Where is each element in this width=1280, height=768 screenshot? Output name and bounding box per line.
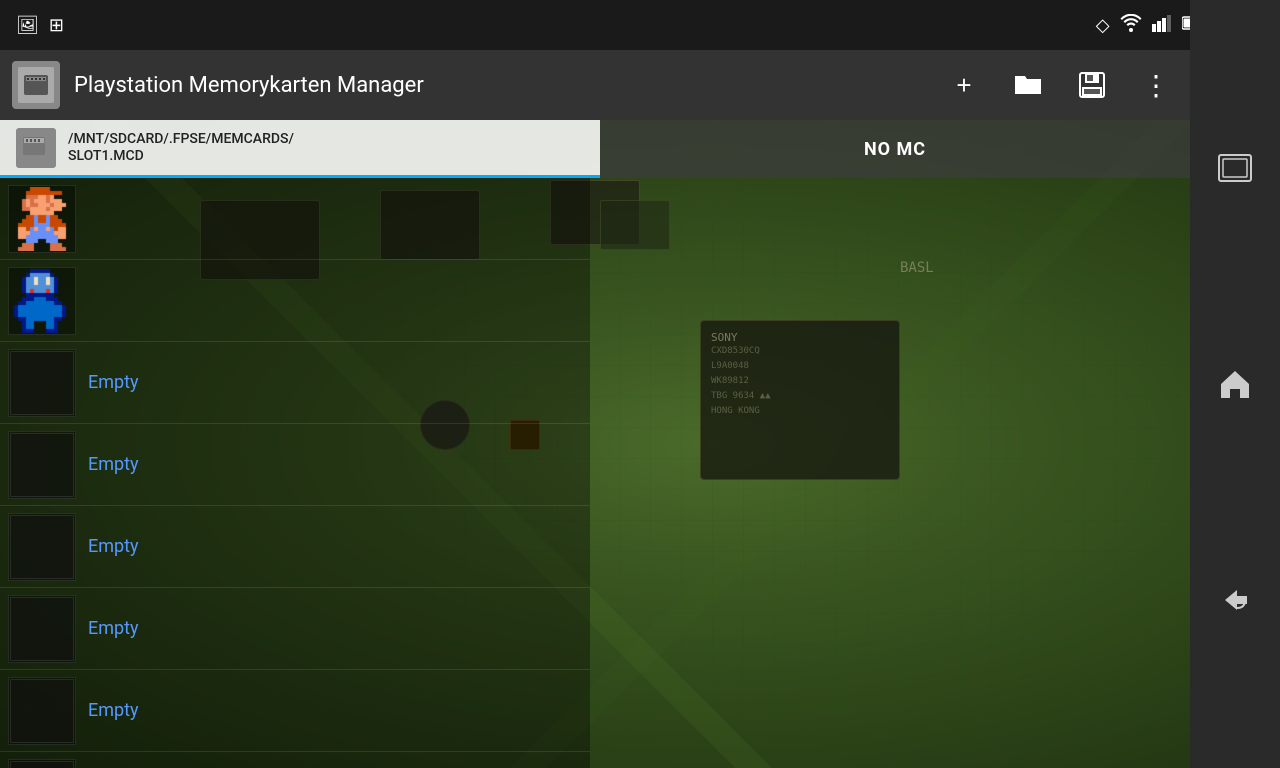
diamond-icon: ◇ <box>1096 15 1110 36</box>
slot-item-7[interactable]: Empty <box>0 670 590 752</box>
slot-thumb-5 <box>8 513 76 581</box>
empty-thumb-6 <box>10 597 74 661</box>
slot-item-1[interactable] <box>0 178 590 260</box>
slot-label-5: Empty <box>88 536 139 557</box>
slot-thumb-4 <box>8 431 76 499</box>
content-header: /MNT/SDCARD/.FPSE/MEMCARDS/ SLOT1.MCD NO… <box>0 120 1190 178</box>
empty-thumb-7 <box>10 679 74 743</box>
status-bar: 🖼 ⊞ ◇ 00:07 <box>0 0 1280 50</box>
slot-label-7: Empty <box>88 700 139 721</box>
slot-list[interactable]: Empty Empty Empty Empty <box>0 178 590 768</box>
slot-item-8[interactable]: Empty <box>0 752 590 768</box>
sprite1-canvas <box>10 187 74 251</box>
chip-sony-large: SONY CXD8530CQ L9A0048 WK89812 TBG 9634 … <box>700 320 900 480</box>
wifi-icon <box>1120 14 1142 37</box>
folder-button[interactable] <box>1006 63 1050 107</box>
slot-thumb-3 <box>8 349 76 417</box>
status-left-icons: 🖼 ⊞ <box>16 15 64 36</box>
image-icon: 🖼 <box>16 15 39 36</box>
header-left-panel[interactable]: /MNT/SDCARD/.FPSE/MEMCARDS/ SLOT1.MCD <box>0 120 600 178</box>
slot-item-3[interactable]: Empty <box>0 342 590 424</box>
save-button[interactable] <box>1070 63 1114 107</box>
signal-icon <box>1152 14 1172 36</box>
empty-thumb-5 <box>10 515 74 579</box>
empty-thumb-3 <box>10 351 74 415</box>
slot-item-4[interactable]: Empty <box>0 424 590 506</box>
add-button[interactable]: + <box>942 63 986 107</box>
sprite2-canvas <box>10 269 74 333</box>
app-bar: Playstation Memorykarten Manager + ⋮ <box>0 50 1190 120</box>
app-title: Playstation Memorykarten Manager <box>74 73 942 98</box>
memory-card-icon <box>18 67 54 103</box>
slot-item-6[interactable]: Empty <box>0 588 590 670</box>
no-mc-label: NO MC <box>864 139 926 160</box>
grid-icon: ⊞ <box>49 15 64 36</box>
slot-thumb-1 <box>8 185 76 253</box>
slot-thumb-8 <box>8 759 76 768</box>
memory-card-small-icon <box>16 128 56 168</box>
slot-label-4: Empty <box>88 454 139 475</box>
back-button[interactable] <box>1205 570 1265 630</box>
empty-thumb-8 <box>10 761 74 768</box>
file-path: /MNT/SDCARD/.FPSE/MEMCARDS/ SLOT1.MCD <box>68 131 294 165</box>
slot-thumb-6 <box>8 595 76 663</box>
nav-rail <box>1190 0 1280 768</box>
slot-label-3: Empty <box>88 372 139 393</box>
slot-label-6: Empty <box>88 618 139 639</box>
main-content: SONY CXD8530CQ L9A0048 WK89812 TBG 9634 … <box>0 120 1190 768</box>
app-icon <box>12 61 60 109</box>
slot-thumb-7 <box>8 677 76 745</box>
header-right-panel: NO MC <box>600 120 1190 178</box>
recent-apps-button[interactable] <box>1205 138 1265 198</box>
slot-item-5[interactable]: Empty <box>0 506 590 588</box>
chip-medium <box>600 200 670 250</box>
slot-item-2[interactable] <box>0 260 590 342</box>
slot-thumb-2 <box>8 267 76 335</box>
app-bar-actions: + ⋮ <box>942 63 1178 107</box>
empty-thumb-4 <box>10 433 74 497</box>
more-button[interactable]: ⋮ <box>1134 63 1178 107</box>
chip-label-ba: BASL <box>900 260 934 276</box>
home-button[interactable] <box>1205 354 1265 414</box>
